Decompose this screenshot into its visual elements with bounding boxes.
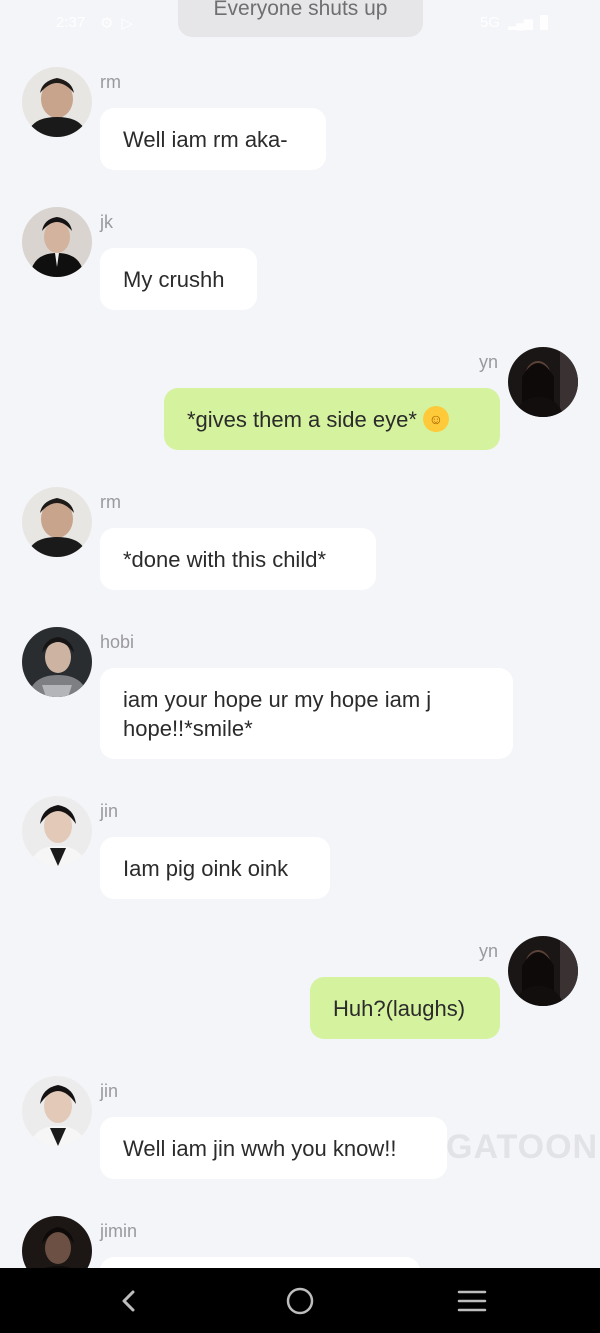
menu-lines-icon <box>457 1290 487 1312</box>
chat-bubble-text: My crushh <box>123 266 225 292</box>
chat-bubble[interactable]: My crushh <box>100 248 257 310</box>
chat-bubble-text: *gives them a side eye* <box>187 406 417 432</box>
chat-bubble-text: *done with this child* <box>123 546 327 572</box>
recent-apps-button[interactable] <box>432 1268 512 1333</box>
status-icons: ⚙ ▷ <box>100 14 133 32</box>
system-nav-bar <box>0 1268 600 1333</box>
status-right: 5G ▂▄▆ <box>480 14 548 31</box>
sender-name: jk <box>100 212 113 232</box>
chat-bubble[interactable]: iam your hope ur my hope iam j hope!!*sm… <box>100 668 513 759</box>
sender-name: rm <box>100 492 121 512</box>
avatar-rm[interactable] <box>22 67 92 137</box>
sender-name: jimin <box>100 1221 138 1241</box>
chat-bubble[interactable]: Well iam rm aka- <box>100 108 326 170</box>
battery-icon <box>540 15 548 30</box>
avatar-jin[interactable] <box>22 1076 92 1146</box>
watermark-logo: GATOON <box>446 1128 599 1166</box>
chat-bubble-text: iam your hope ur my hope iam j hope!!*sm… <box>123 686 432 741</box>
play-icon: ▷ <box>121 15 133 32</box>
signal-label: 5G <box>480 14 501 31</box>
hand-over-mouth-emoji-icon: ☺ <box>422 406 449 432</box>
chat-bubble[interactable]: Well iam jin wwh you know!! <box>100 1117 447 1179</box>
circle-home-icon <box>286 1287 314 1315</box>
avatar-jin[interactable] <box>22 796 92 866</box>
chat-bubble-text: Iam pig oink oink <box>123 855 289 881</box>
avatar-hobi[interactable] <box>22 627 92 697</box>
status-time: 2:37 <box>56 14 86 31</box>
sender-name: jin <box>100 801 119 821</box>
chat-bubble-self[interactable]: Huh?(laughs) <box>310 977 500 1039</box>
sender-name: hobi <box>100 632 135 652</box>
sender-name: yn <box>479 941 499 961</box>
avatar-yn[interactable] <box>508 936 578 1006</box>
settings-icon: ⚙ <box>100 15 114 32</box>
back-button[interactable] <box>87 1268 167 1333</box>
chat-bubble-text: Well iam rm aka- <box>123 126 288 152</box>
signal-bars-icon: ▂▄▆ <box>508 15 533 30</box>
sender-name: yn <box>479 352 499 372</box>
avatar-yn[interactable] <box>508 347 578 417</box>
chevron-left-icon <box>122 1290 135 1312</box>
home-button[interactable] <box>260 1268 340 1333</box>
avatar-jk[interactable] <box>22 207 92 277</box>
chat-bubble[interactable]: *done with this child* <box>100 528 376 590</box>
narration-banner: Everyone shuts up <box>178 0 423 37</box>
sender-name: jin <box>100 1081 119 1101</box>
sender-name: rm <box>100 72 121 92</box>
chat-bubble-text: Well iam jin wwh you know!! <box>123 1135 397 1161</box>
chat-bubble[interactable]: Iam pig oink oink <box>100 837 330 899</box>
avatar-rm[interactable] <box>22 487 92 557</box>
chat-bubble-text: Huh?(laughs) <box>333 995 466 1021</box>
chat-bubble-self[interactable]: *gives them a side eye* ☺ <box>164 388 500 450</box>
